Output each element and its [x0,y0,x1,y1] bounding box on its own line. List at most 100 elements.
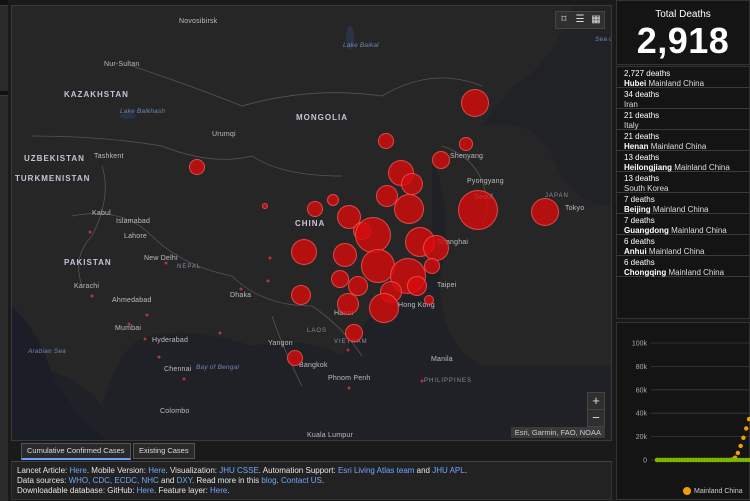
deaths-list-item[interactable]: 7 deaths Guangdong Mainland China [617,214,749,235]
case-dot[interactable] [90,294,94,298]
province-name: Anhui [624,247,647,256]
chart-legend: Mainland China [683,487,743,495]
region-name: Mainland China [648,247,705,256]
case-dot[interactable] [164,261,168,265]
case-bubble[interactable] [424,295,434,305]
legend-swatch [683,487,691,495]
zoom-in-button[interactable]: + [588,393,604,409]
case-bubble[interactable] [327,194,339,206]
deaths-list-item[interactable]: 21 deaths Henan Mainland China [617,130,749,151]
tab-existing-cases[interactable]: Existing Cases [133,443,195,459]
region-name: Mainland China [650,142,707,151]
bookmark-icon[interactable]: ⌑ [556,12,572,28]
case-bubble[interactable] [287,350,303,366]
case-dot[interactable] [239,287,243,291]
case-bubble[interactable] [424,258,440,274]
dxy-link[interactable]: DXY [177,476,192,485]
jhu-apl-link[interactable]: JHU APL [432,466,464,475]
info-line-3: Downloadable database: GitHub: Here. Fea… [17,486,606,496]
case-bubble[interactable] [531,198,559,226]
jhu-csse-link[interactable]: JHU CSSE [219,466,259,475]
map-label: Hyderabad [152,337,189,344]
death-count: 34 deaths [624,90,660,99]
case-bubble[interactable] [459,137,473,151]
sources-link[interactable]: WHO, CDC, ECDC, NHC [69,476,159,485]
info-panel: Lancet Article: Here. Mobile Version: He… [11,461,612,500]
case-bubble[interactable] [291,285,311,305]
blog-link[interactable]: blog [261,476,276,485]
death-location: Guangdong Mainland China [624,226,744,236]
case-bubble[interactable] [458,190,498,230]
case-bubble[interactable] [378,133,394,149]
map-label: Kuala Lumpur [307,432,353,439]
case-dot[interactable] [157,355,161,359]
case-dot[interactable] [346,348,350,352]
map-label: Pyongyang [467,178,504,185]
and-text: and [414,466,433,475]
case-bubble[interactable] [369,293,399,323]
map-label: Bay of Bengal [196,364,240,371]
case-dot[interactable] [145,313,149,317]
map-label: PAKISTAN [64,258,112,267]
contact-link[interactable]: Contact US [281,476,322,485]
map-label: Tashkent [94,153,124,160]
map-label: Islamabad [116,218,151,225]
deaths-list-item[interactable]: 6 deaths Chongqing Mainland China [617,256,749,277]
case-bubble[interactable] [307,201,323,217]
list-icon[interactable]: ☰ [572,12,588,28]
chart-point-series-0[interactable] [744,426,749,431]
feature-layer-link[interactable]: Here [210,486,227,495]
case-bubble[interactable] [291,239,317,265]
map-label: Arabian Sea [28,348,66,355]
esri-link[interactable]: Esri Living Atlas team [338,466,414,475]
deaths-list-item[interactable]: 13 deaths South Korea [617,172,749,193]
case-bubble[interactable] [394,194,424,224]
chart-point-series-0[interactable] [735,450,741,456]
zoom-out-button[interactable]: − [588,409,604,426]
lancet-link[interactable]: Here [69,466,86,475]
case-bubble[interactable] [432,151,450,169]
case-dot[interactable] [127,322,131,326]
case-dot[interactable] [88,230,92,234]
tab-cumulative-confirmed[interactable]: Cumulative Confirmed Cases [21,443,131,460]
case-dot[interactable] [266,279,270,283]
github-link[interactable]: Here [137,486,154,495]
deaths-list-item[interactable]: 13 deaths Heilongjiang Mainland China [617,151,749,172]
case-bubble[interactable] [345,324,363,342]
case-dot[interactable] [347,386,351,390]
chart-point-series-0[interactable] [741,435,746,440]
total-deaths-value: 2,918 [636,20,730,61]
death-count: 7 deaths [624,195,655,204]
deaths-list-item[interactable]: 6 deaths Anhui Mainland China [617,235,749,256]
case-dot[interactable] [420,379,424,383]
case-dot[interactable] [143,337,147,341]
deaths-list-item[interactable]: 7 deaths Beijing Mainland China [617,193,749,214]
province-name: Henan [624,142,649,151]
case-bubble[interactable] [331,270,349,288]
left-sidebar-strip [0,0,8,501]
qr-code-icon[interactable]: ▦ [588,12,604,28]
case-bubble[interactable] [337,293,359,315]
map-label: Tokyo [565,205,585,212]
case-dot[interactable] [218,331,222,335]
case-bubble[interactable] [189,159,205,175]
case-bubble[interactable] [461,89,489,117]
map-label: Yangon [268,340,293,347]
case-bubble[interactable] [401,173,423,195]
case-dot[interactable] [268,256,272,260]
map-label: CHINA [295,219,326,228]
map-view[interactable]: Novosibirsk Nur-Sultan KAZAKHSTAN Lake Balk… [11,5,612,441]
case-dot[interactable] [182,377,186,381]
case-bubble[interactable] [333,243,357,267]
deaths-list-item[interactable]: 34 deaths Iran [617,88,749,109]
deaths-list-item[interactable]: 21 deaths Italy [617,109,749,130]
mobile-link[interactable]: Here [148,466,165,475]
vis-label: . Visualization: [165,466,220,475]
case-bubble[interactable] [407,276,427,296]
chart-point-series-0[interactable] [738,443,743,449]
deaths-list-item[interactable]: 2,727 deaths Hubei Mainland China [617,67,749,88]
chart-svg: 100k 80k 60k 40k 20k 0 [632,341,750,465]
case-bubble[interactable] [355,217,391,253]
case-bubble[interactable] [423,235,449,261]
case-bubble[interactable] [262,203,268,209]
